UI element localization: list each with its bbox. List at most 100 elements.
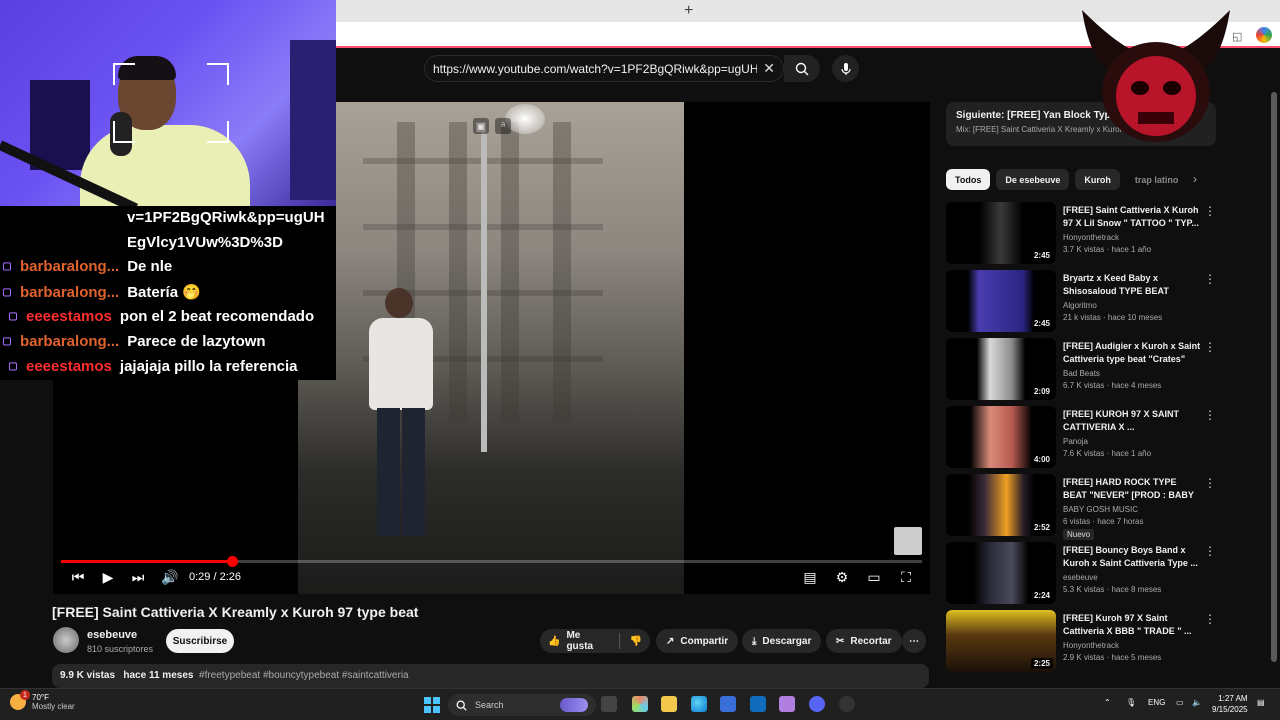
chip-trap-latino[interactable]: trap latino (1126, 169, 1188, 190)
share-button[interactable]: ↗ Compartir (656, 629, 739, 653)
recommendation-channel[interactable]: Honyonthetrack (1063, 641, 1119, 650)
volume-icon[interactable]: 🔊 (161, 568, 179, 586)
download-button[interactable]: ⤓ Descargar (742, 629, 822, 653)
video-thumbnail[interactable]: 2:45 (946, 270, 1056, 332)
play-icon[interactable]: ▶ (99, 568, 117, 586)
thumbs-up-icon[interactable]: 👍 (548, 636, 560, 647)
obs-icon[interactable] (839, 696, 855, 712)
recommendation-channel[interactable]: Algoritmo (1063, 301, 1097, 310)
notification-icon[interactable]: ▤ (1257, 698, 1265, 707)
copilot-icon[interactable] (1256, 27, 1272, 43)
discord-icon[interactable] (809, 696, 825, 712)
recommendation-item[interactable]: 4:00 [FREE] KUROH 97 X SAINT CATTIVERIA … (946, 406, 1218, 474)
chip-from-channel[interactable]: De esebeuve (996, 169, 1070, 190)
subscribe-button[interactable]: Suscribirse (166, 629, 234, 653)
hashtags[interactable]: #freetypebeat #bouncytypebeat #saintcatt… (199, 670, 409, 681)
more-vertical-icon[interactable]: ⋮ (1204, 204, 1216, 218)
recommendation-title[interactable]: [FREE] HARD ROCK TYPE BEAT "NEVER" [PROD… (1063, 476, 1201, 502)
previous-icon[interactable]: ⏮ (69, 568, 87, 586)
more-vertical-icon[interactable]: ⋮ (1204, 544, 1216, 558)
recommendation-meta: 6 vistas · hace 7 horas (1063, 517, 1144, 526)
like-dislike-group: 👍 Me gusta 👎 (540, 629, 650, 653)
more-vertical-icon[interactable]: ⋮ (1204, 476, 1216, 490)
more-vertical-icon[interactable]: ⋮ (1204, 340, 1216, 354)
outlook-icon[interactable] (750, 696, 766, 712)
recommendation-item[interactable]: 2:24 [FREE] Bouncy Boys Band x Kuroh x S… (946, 542, 1218, 610)
windows-start-icon[interactable] (424, 697, 440, 713)
settings-gear-icon[interactable]: ⚙ (833, 568, 851, 586)
recommendation-item[interactable]: 2:25 [FREE] Kuroh 97 X Saint Cattiveria … (946, 610, 1218, 678)
recommendation-title[interactable]: [FREE] Kuroh 97 X Saint Cattiveria X BBB… (1063, 612, 1201, 638)
video-thumbnail[interactable]: 2:52 (946, 474, 1056, 536)
recommendation-channel[interactable]: Honyonthetrack (1063, 233, 1119, 242)
more-vertical-icon[interactable]: ⋮ (1204, 612, 1216, 626)
video-thumbnail[interactable]: 2:24 (946, 542, 1056, 604)
recommendation-channel[interactable]: esebeuve (1063, 573, 1098, 582)
video-thumbnail[interactable]: 2:25 (946, 610, 1056, 672)
search-query[interactable]: https://www.youtube.com/watch?v=1PF2BgQR… (433, 62, 757, 76)
language-indicator[interactable]: ENG (1148, 698, 1165, 707)
clip-label: Recortar (850, 635, 892, 647)
recommendation-item[interactable]: 2:45 [FREE] Saint Cattiveria X Kuroh 97 … (946, 202, 1218, 270)
video-duration: 2:45 (1030, 250, 1053, 261)
progress-scrubber[interactable] (227, 556, 239, 567)
chevron-right-icon[interactable]: › (1193, 172, 1197, 186)
file-explorer-icon[interactable] (661, 696, 677, 712)
system-clock[interactable]: 1:27 AM 9/15/2025 (1212, 693, 1248, 715)
video-thumbnail[interactable]: 2:45 (946, 202, 1056, 264)
mic-tray-icon[interactable]: 🎙 (1126, 698, 1136, 707)
network-icon[interactable]: ▭ (1176, 698, 1184, 707)
recommendation-title[interactable]: Bryartz x Keed Baby x Shisosaloud TYPE B… (1063, 272, 1201, 298)
recommendation-item[interactable]: 2:45 Bryartz x Keed Baby x Shisosaloud T… (946, 270, 1218, 338)
recommendation-title[interactable]: [FREE] Audigier x Kuroh x Saint Cattiver… (1063, 340, 1201, 366)
recommendation-item[interactable]: 2:52 [FREE] HARD ROCK TYPE BEAT "NEVER" … (946, 474, 1218, 542)
theater-mode-icon[interactable]: ▭ (865, 568, 883, 586)
description-box[interactable]: 9.9 K vistas hace 11 meses #freetypebeat… (52, 664, 929, 688)
recommendation-channel[interactable]: Bad Beats (1063, 369, 1100, 378)
channel-avatar[interactable] (53, 627, 79, 653)
search-input[interactable]: https://www.youtube.com/watch?v=1PF2BgQR… (424, 55, 784, 82)
task-view-icon[interactable] (601, 696, 617, 712)
like-button[interactable]: Me gusta (566, 630, 608, 652)
fullscreen-icon[interactable]: ⛶ (897, 568, 915, 586)
video-thumbnail[interactable]: 4:00 (946, 406, 1056, 468)
edge-browser-icon[interactable] (691, 696, 707, 712)
photos-icon[interactable] (779, 696, 795, 712)
chevron-up-icon[interactable]: ⌃ (1104, 698, 1111, 707)
recommendation-channel[interactable]: Panoja (1063, 437, 1088, 446)
end-screen-thumbnail[interactable] (894, 527, 922, 555)
video-thumbnail[interactable]: 2:09 (946, 338, 1056, 400)
weather-condition: Mostly clear (32, 702, 75, 711)
next-icon[interactable]: ⏭ (129, 568, 147, 586)
twitch-icon: ▢ (8, 361, 18, 372)
progress-bar[interactable] (61, 556, 922, 567)
recommendation-title[interactable]: [FREE] Bouncy Boys Band x Kuroh x Saint … (1063, 544, 1201, 570)
chip-kuroh[interactable]: Kuroh (1075, 169, 1120, 190)
more-actions-button[interactable]: ⋯ (902, 629, 926, 653)
recommendation-title[interactable]: [FREE] KUROH 97 X SAINT CATTIVERIA X ... (1063, 408, 1201, 434)
subtitles-icon[interactable]: ▤ (801, 568, 819, 586)
clip-button[interactable]: ✂ Recortar (826, 629, 902, 653)
recommendation-title[interactable]: [FREE] Saint Cattiveria X Kuroh 97 X Lil… (1063, 204, 1201, 230)
voice-search-button[interactable] (832, 55, 859, 82)
translate-icon[interactable]: ᵃ (495, 118, 511, 134)
recommendation-item[interactable]: 2:09 [FREE] Audigier x Kuroh x Saint Cat… (946, 338, 1218, 406)
more-vertical-icon[interactable]: ⋮ (1204, 272, 1216, 286)
microsoft-store-icon[interactable] (720, 696, 736, 712)
new-tab-button[interactable]: + (684, 2, 693, 20)
page-scrollbar[interactable] (1271, 92, 1277, 662)
channel-name[interactable]: esebeuve (87, 629, 137, 641)
more-vertical-icon[interactable]: ⋮ (1204, 408, 1216, 422)
thumbs-down-icon[interactable]: 👎 (630, 636, 642, 647)
weather-widget[interactable]: 1 70°F Mostly clear (10, 690, 75, 711)
miniplayer-icon[interactable]: ▣ (473, 118, 489, 134)
chip-all[interactable]: Todos (946, 169, 991, 190)
copilot-taskbar-icon[interactable] (632, 696, 648, 712)
search-button[interactable] (784, 55, 820, 82)
weather-moon-icon: 1 (10, 690, 30, 710)
recommendation-channel[interactable]: BABY GOSH MUSIC (1063, 505, 1138, 514)
clear-search-icon[interactable]: ✕ (763, 60, 775, 77)
speaker-icon[interactable]: 🔈 (1192, 698, 1202, 707)
video-overlay-icons: ▣ ᵃ (473, 118, 511, 134)
taskbar-search[interactable]: Search (448, 694, 596, 716)
